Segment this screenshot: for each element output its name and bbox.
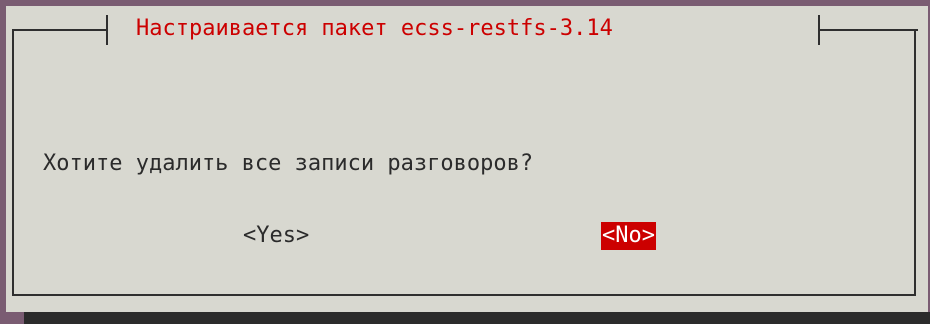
title-right-tick (818, 15, 820, 45)
dialog-question: Хотите удалить все записи разговоров? (43, 151, 534, 176)
yes-button[interactable]: <Yes> (243, 222, 309, 250)
terminal-screen: Настраивается пакет ecss-restfs-3.14 Хот… (0, 0, 930, 324)
frame-top-left-line (12, 29, 108, 31)
dialog-shadow (24, 312, 930, 324)
title-left-tick (106, 15, 108, 45)
frame-top-right-line (818, 29, 918, 31)
no-button[interactable]: <No> (601, 222, 656, 250)
dialog-title: Настраивается пакет ecss-restfs-3.14 (136, 16, 613, 41)
